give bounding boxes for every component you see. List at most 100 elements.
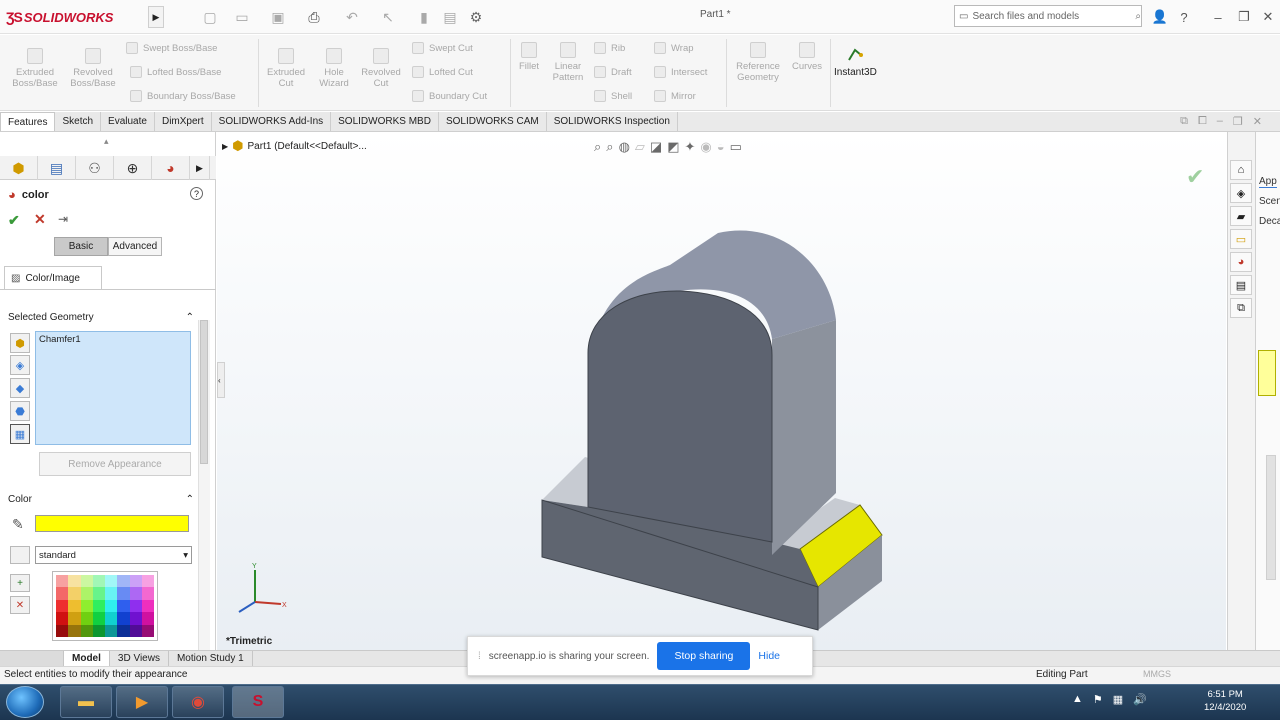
swept-boss-button[interactable]: Swept Boss/Base (126, 42, 217, 54)
palette-swatch[interactable] (56, 599, 69, 613)
help-question-icon[interactable]: ? (1174, 7, 1194, 27)
search-icon[interactable]: ⌕ (1135, 11, 1141, 22)
palette-swatch[interactable] (56, 612, 69, 625)
solidworks-taskbar-icon[interactable]: S (232, 686, 284, 718)
feature-manager-tab-icon[interactable]: ⬢ (0, 156, 38, 180)
tab-mbd[interactable]: SOLIDWORKS MBD (331, 112, 439, 131)
palette-swatch[interactable] (141, 612, 154, 625)
palette-swatch[interactable] (92, 599, 105, 613)
solidworks-logo[interactable]: ƷS SOLIDWORKS (6, 5, 144, 29)
palette-swatch[interactable] (129, 612, 142, 625)
tab-scroll-arrows[interactable] (0, 651, 64, 666)
selected-geometry-header[interactable]: Selected Geometry ⌃ (8, 312, 194, 326)
palette-swatch[interactable] (105, 612, 118, 625)
revolved-cut-button[interactable]: Revolved Cut (358, 48, 404, 89)
doc-close-icon[interactable]: ✕ (1253, 115, 1262, 128)
view-orientation-icon[interactable]: ◪ (650, 139, 662, 155)
palette-swatch[interactable] (129, 599, 142, 613)
open-document-icon[interactable]: ▭ (228, 7, 256, 27)
select-face-filter-icon[interactable]: ⬣ (10, 401, 30, 421)
view-palette-icon[interactable]: ⧉ (1230, 298, 1252, 318)
selected-geometry-list[interactable]: Chamfer1 (35, 331, 191, 445)
palette-swatch[interactable] (80, 575, 93, 588)
file-properties-icon[interactable]: ▤ (436, 7, 464, 27)
mirror-button[interactable]: Mirror (654, 90, 696, 102)
palette-swatch[interactable] (80, 624, 93, 637)
intersect-button[interactable]: Intersect (654, 66, 707, 78)
palette-swatch[interactable] (129, 624, 142, 637)
help-icon[interactable]: ? (190, 187, 203, 200)
appearances-scenes-icon[interactable]: ◕ (1230, 252, 1252, 272)
palette-swatch[interactable] (129, 575, 142, 588)
new-window-icon[interactable]: ⧠ (1198, 115, 1207, 128)
palette-swatch[interactable] (117, 587, 130, 600)
section-view-icon[interactable]: ▱ (635, 139, 645, 155)
print-icon[interactable]: ⎙ (300, 7, 328, 27)
panel-splitter-handle[interactable]: ‹ (217, 362, 225, 398)
rib-button[interactable]: Rib (594, 42, 625, 54)
hole-wizard-button[interactable]: Hole Wizard (312, 48, 356, 89)
palette-swatch[interactable] (141, 599, 154, 613)
boundary-cut-button[interactable]: Boundary Cut (412, 90, 487, 102)
feature-tree-flyout[interactable]: ▶ ⬢ Part1 (Default<<Default>... (222, 138, 367, 154)
select-all-filter-icon[interactable]: ▦ (10, 424, 30, 444)
property-manager-tab-icon[interactable]: ▤ (38, 156, 76, 180)
palette-swatch[interactable] (56, 624, 69, 637)
dimxpert-manager-tab-icon[interactable]: ⊕ (114, 156, 152, 180)
wrap-button[interactable]: Wrap (654, 42, 694, 54)
palette-file-icon[interactable] (10, 546, 30, 564)
remove-swatch-icon[interactable]: ✕ (10, 596, 30, 614)
resources-icon[interactable]: ◈ (1230, 183, 1252, 203)
options-gear-icon[interactable]: ⚙ (462, 7, 490, 27)
tab-inspection[interactable]: SOLIDWORKS Inspection (546, 112, 678, 131)
remove-appearance-button[interactable]: Remove Appearance (39, 452, 191, 476)
zoom-to-fit-icon[interactable]: ⌕ (594, 139, 601, 155)
color-image-tab[interactable]: ▨ Color/Image (4, 266, 102, 290)
palette-swatch[interactable] (141, 575, 154, 588)
hide-link[interactable]: Hide (758, 650, 780, 662)
color-palette[interactable] (52, 571, 158, 641)
tab-dimxpert[interactable]: DimXpert (154, 112, 212, 131)
color-section-header[interactable]: Color ⌃ (8, 494, 194, 508)
palette-swatch[interactable] (117, 575, 130, 588)
palette-swatch[interactable] (68, 575, 81, 588)
fillet-button[interactable]: Fillet (514, 42, 544, 72)
decals-item[interactable]: Deca (1259, 216, 1280, 227)
lofted-boss-button[interactable]: Lofted Boss/Base (130, 66, 221, 78)
linear-pattern-button[interactable]: Linear Pattern (548, 42, 588, 83)
palette-swatch[interactable] (141, 624, 154, 637)
palette-swatch[interactable] (80, 612, 93, 625)
shell-button[interactable]: Shell (594, 90, 632, 102)
color-swatch[interactable] (35, 515, 189, 532)
reference-geometry-button[interactable]: Reference Geometry (732, 42, 784, 83)
select-feature-filter-icon[interactable]: ◆ (10, 378, 30, 398)
search-input[interactable]: ▭ Search files and models ⌕ (954, 5, 1142, 27)
palette-swatch[interactable] (117, 612, 130, 625)
save-icon[interactable]: ▣ (264, 7, 292, 27)
collapse-chevron-icon[interactable]: ⌃ (186, 494, 194, 508)
palette-grid[interactable] (56, 575, 154, 637)
palette-swatch[interactable] (68, 587, 81, 600)
tab-addins[interactable]: SOLIDWORKS Add-Ins (211, 112, 332, 131)
cancel-x-icon[interactable]: ✕ (34, 211, 46, 228)
boundary-boss-button[interactable]: Boundary Boss/Base (130, 90, 236, 102)
start-button[interactable] (6, 686, 44, 718)
upright-front-face[interactable] (587, 290, 773, 543)
network-icon[interactable]: ▦ (1113, 693, 1123, 706)
palette-swatch[interactable] (68, 599, 81, 613)
instant3d-button[interactable]: Instant3D (834, 46, 877, 78)
palette-swatch[interactable] (92, 612, 105, 625)
list-item[interactable]: Chamfer1 (39, 334, 187, 345)
previous-view-icon[interactable]: ◍ (619, 139, 630, 155)
hide-show-items-icon[interactable]: ✦ (685, 139, 696, 155)
confirmation-corner-check-icon[interactable]: ✔ (1186, 164, 1204, 190)
doc-restore-icon[interactable]: ❐ (1233, 115, 1243, 128)
palette-swatch[interactable] (117, 624, 130, 637)
unit-system[interactable]: MMGS (1143, 669, 1171, 679)
collapse-chevron-icon[interactable]: ⌃ (186, 312, 194, 326)
palette-swatch[interactable] (80, 599, 93, 613)
appearances-item[interactable]: App (1259, 176, 1277, 188)
scenes-item[interactable]: Scen (1259, 196, 1280, 207)
palette-swatch[interactable] (129, 587, 142, 600)
tab-features[interactable]: Features (0, 112, 56, 131)
